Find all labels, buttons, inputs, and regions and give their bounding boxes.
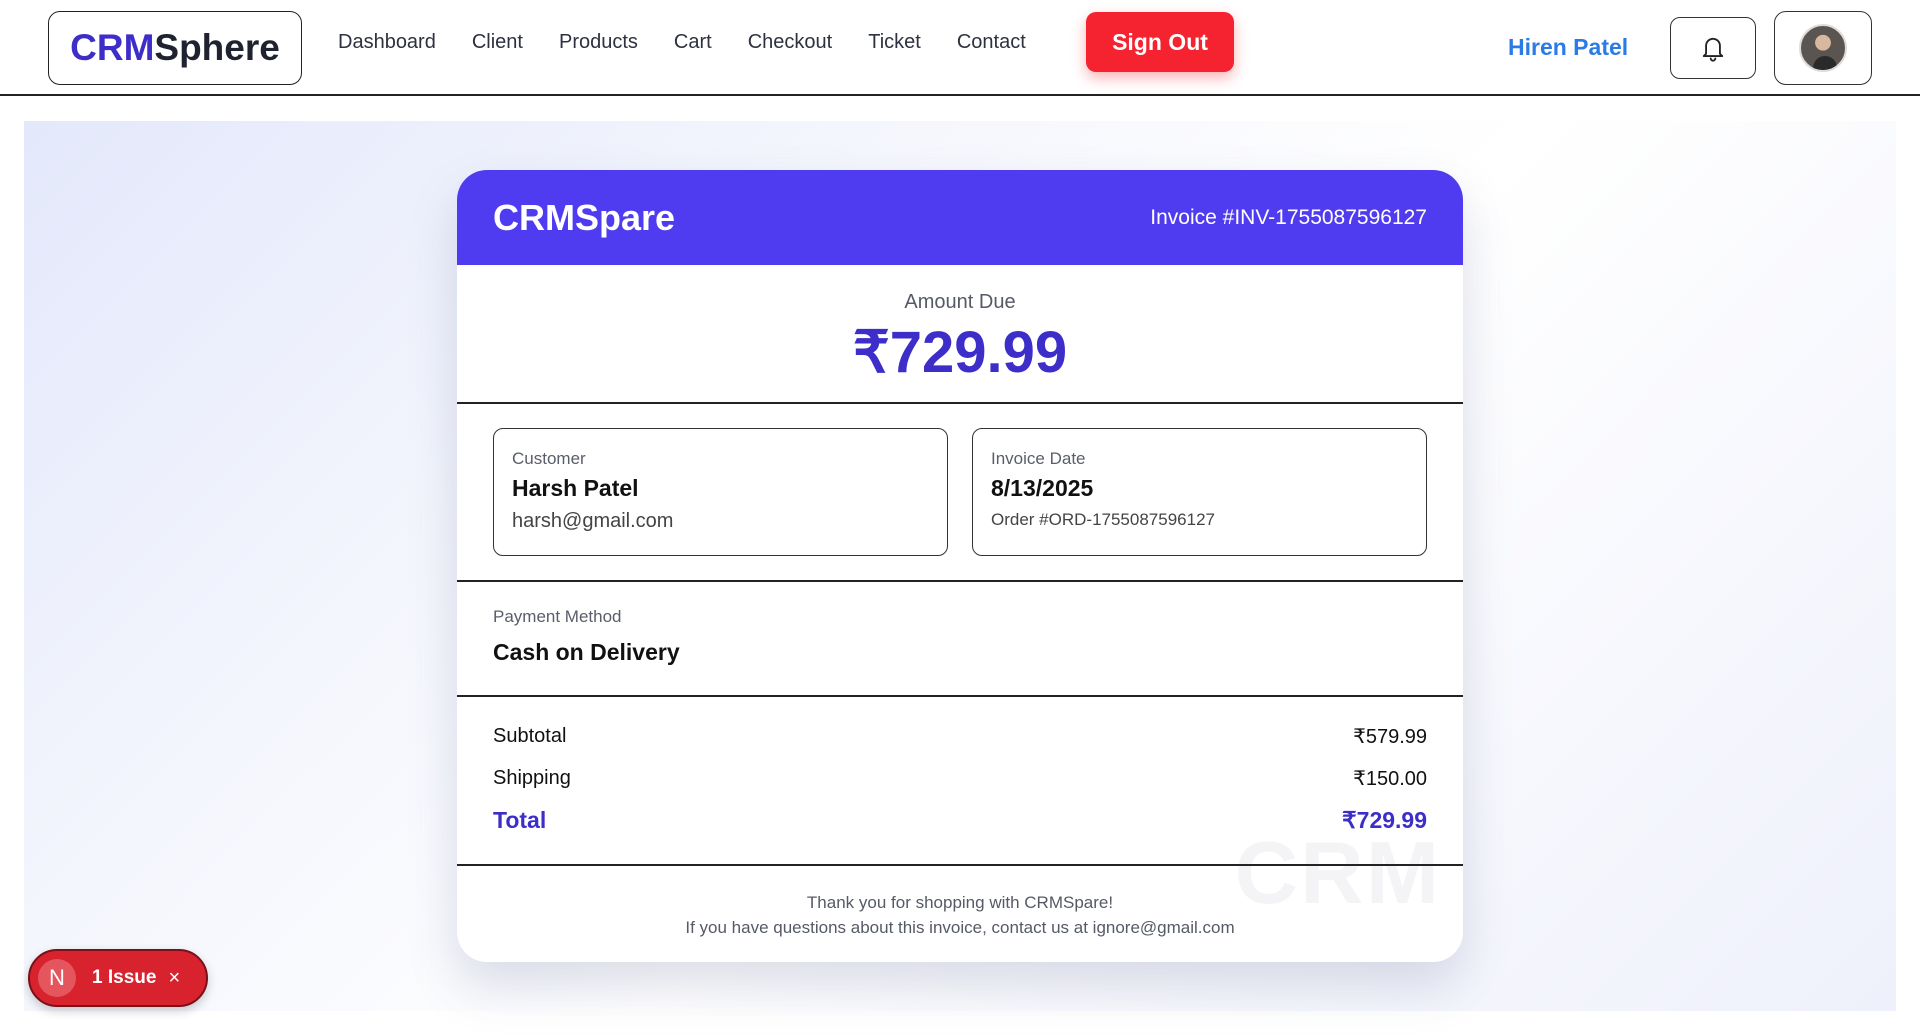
invoice-brand: CRMSpare: [493, 196, 676, 238]
invoice-date-label: Invoice Date: [991, 449, 1086, 468]
shipping-value: ₹150.00: [1353, 767, 1427, 790]
invoice-header: CRMSpare Invoice #INV-1755087596127: [457, 170, 1463, 265]
shipping-label: Shipping: [493, 766, 571, 789]
footer-contact: If you have questions about this invoice…: [685, 918, 1235, 937]
user-name[interactable]: Hiren Patel: [1508, 34, 1628, 61]
order-number: Order #ORD-1755087596127: [991, 510, 1215, 529]
payment-method-section: Payment Method Cash on Delivery: [457, 582, 1463, 697]
invoice-date-box: Invoice Date 8/13/2025 Order #ORD-175508…: [972, 428, 1427, 556]
payment-method-label: Payment Method: [493, 607, 622, 626]
nav-links: Dashboard Client Products Cart Checkout …: [338, 22, 1062, 62]
bell-icon: [1702, 37, 1724, 62]
navbar: CRM Sphere Dashboard Client Products Cart…: [0, 0, 1920, 96]
invoice-footer: CRM Thank you for shopping with CRMSpare…: [457, 829, 1463, 962]
nav-link-dashboard[interactable]: Dashboard: [338, 31, 436, 54]
shipping-row: Shipping ₹150.00: [493, 765, 1427, 791]
amount-due-section: Amount Due ₹729.99: [457, 265, 1463, 404]
logo-part-crm: CRM: [70, 27, 155, 68]
nav-link-contact[interactable]: Contact: [957, 31, 1026, 54]
nav-link-products[interactable]: Products: [559, 31, 638, 54]
customer-label: Customer: [512, 449, 586, 468]
avatar: [1799, 24, 1847, 72]
invoice-number: Invoice #INV-1755087596127: [1150, 205, 1427, 229]
footer-thanks: Thank you for shopping with CRMSpare!: [806, 893, 1114, 912]
logo-part-sphere: Sphere: [154, 27, 280, 68]
subtotal-row: Subtotal ₹579.99: [493, 723, 1427, 749]
watermark: CRM: [1234, 823, 1441, 922]
close-icon[interactable]: ×: [168, 968, 180, 988]
logo[interactable]: CRM Sphere: [48, 11, 302, 85]
invoice-date-value: 8/13/2025: [991, 475, 1094, 501]
amount-due-label: Amount Due: [904, 291, 1016, 313]
invoice-info-section: Customer Harsh Patel harsh@gmail.com Inv…: [457, 404, 1463, 582]
nav-link-ticket[interactable]: Ticket: [868, 31, 921, 54]
profile-button[interactable]: [1774, 11, 1872, 85]
customer-box: Customer Harsh Patel harsh@gmail.com: [493, 428, 948, 556]
nav-link-checkout[interactable]: Checkout: [748, 31, 833, 54]
subtotal-value: ₹579.99: [1353, 725, 1427, 748]
payment-method-value: Cash on Delivery: [493, 639, 680, 665]
subtotal-label: Subtotal: [493, 724, 567, 747]
nav-link-client[interactable]: Client: [472, 31, 523, 54]
n-logo-icon: N: [38, 959, 76, 997]
customer-email: harsh@gmail.com: [512, 510, 674, 532]
customer-name: Harsh Patel: [512, 475, 639, 501]
notifications-button[interactable]: [1670, 17, 1756, 79]
issue-count[interactable]: 1 Issue: [92, 967, 156, 989]
sign-out-button[interactable]: Sign Out: [1086, 12, 1234, 72]
issue-badge[interactable]: N 1 Issue ×: [28, 949, 208, 1007]
nav-link-cart[interactable]: Cart: [674, 31, 712, 54]
invoice-card: CRMSpare Invoice #INV-1755087596127 Amou…: [457, 170, 1463, 962]
amount-due-value: ₹729.99: [852, 320, 1068, 385]
total-label: Total: [493, 806, 547, 833]
